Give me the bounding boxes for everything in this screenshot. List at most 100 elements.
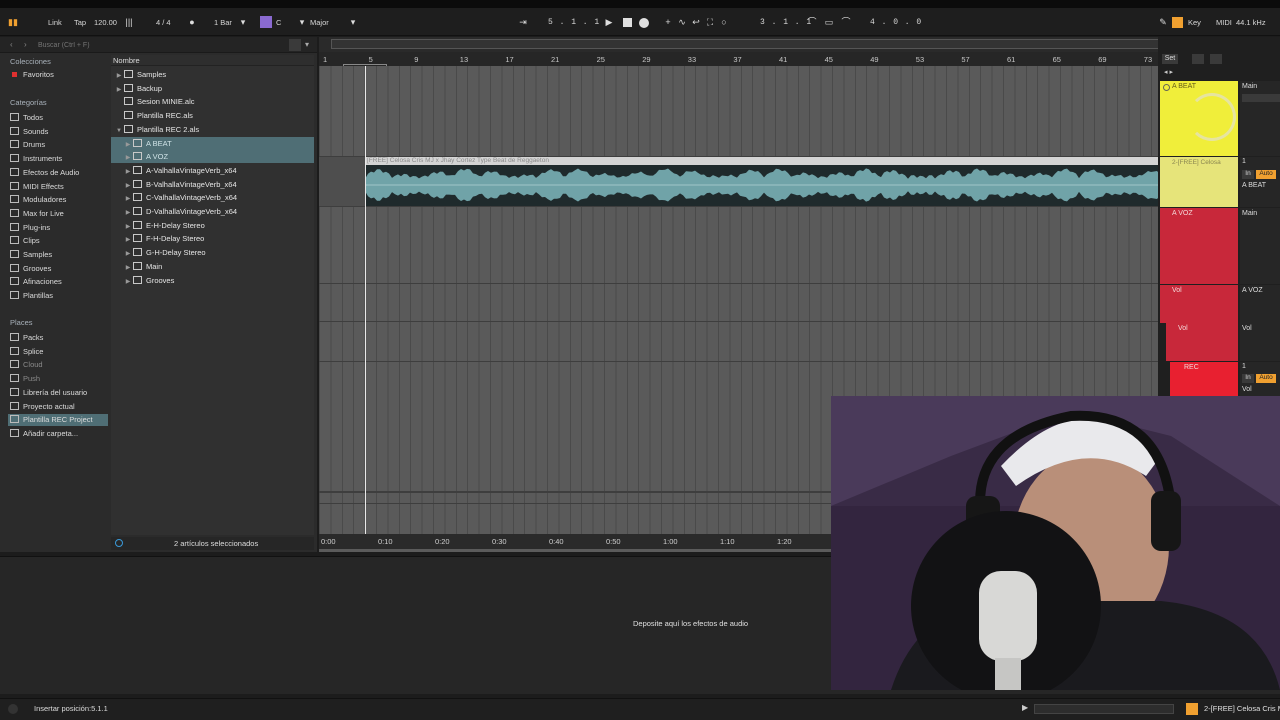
file-list-item[interactable]: ▶ E-H-Delay Stereo bbox=[111, 219, 314, 232]
forward-icon[interactable]: › bbox=[24, 40, 27, 49]
name-column-header[interactable]: Nombre bbox=[111, 55, 314, 66]
clip-overview[interactable] bbox=[1034, 704, 1174, 714]
file-list-item[interactable]: ▶ D-ValhallaVintageVerb_x64 bbox=[111, 205, 314, 218]
input-routing[interactable]: Vol bbox=[1242, 386, 1252, 393]
in-button[interactable]: In bbox=[1242, 374, 1254, 383]
midi-label[interactable]: MIDI bbox=[1216, 17, 1232, 28]
file-list-item[interactable]: Sesion MINIE.alc bbox=[111, 95, 314, 108]
sidebar-item-category[interactable]: Afinaciones bbox=[10, 276, 62, 288]
track-header-vol-2[interactable]: Vol bbox=[1166, 323, 1238, 361]
link-button[interactable]: Link bbox=[48, 17, 62, 28]
loop-start-field[interactable]: 3 . 1 . 1 bbox=[760, 17, 812, 28]
track-header-beat-audio[interactable]: 2-[FREE] Celosa bbox=[1160, 157, 1238, 207]
nav-left-icon[interactable]: ◂ ▸ bbox=[1164, 68, 1173, 76]
sidebar-item-place[interactable]: Librería del usuario bbox=[10, 387, 87, 399]
routing-select[interactable] bbox=[1242, 94, 1280, 102]
automation-arm-icon[interactable]: ∿ bbox=[677, 17, 687, 28]
follow-icon[interactable]: ⇥ bbox=[518, 17, 528, 28]
auto-button[interactable]: Auto bbox=[1256, 170, 1276, 179]
punch-in-icon[interactable]: ⌒ bbox=[807, 17, 817, 28]
preview-icon[interactable] bbox=[115, 539, 123, 547]
sidebar-item-place[interactable]: Push bbox=[10, 373, 40, 385]
info-toggle-icon[interactable] bbox=[8, 704, 18, 714]
loop-length-field[interactable]: 4 . 0 . 0 bbox=[870, 17, 922, 28]
sidebar-item-category[interactable]: Plantillas bbox=[10, 290, 53, 302]
track-lane-vol[interactable] bbox=[319, 284, 1162, 322]
track-lane-a-beat[interactable] bbox=[319, 66, 1162, 157]
output-routing[interactable]: Main bbox=[1242, 210, 1257, 217]
track-header-a-voz[interactable]: A VOZ bbox=[1160, 208, 1238, 284]
track-header-vol[interactable]: Vol bbox=[1160, 285, 1238, 323]
capture-icon[interactable]: ⛶ bbox=[705, 17, 715, 28]
input-routing[interactable]: A BEAT bbox=[1242, 182, 1266, 189]
key-map-button[interactable] bbox=[1172, 17, 1183, 28]
expand-arrow-icon[interactable]: ▶ bbox=[123, 276, 133, 289]
track-lane-a-voz[interactable] bbox=[319, 207, 1162, 284]
file-list-item[interactable]: ▶ Main bbox=[111, 260, 314, 273]
sidebar-item-category[interactable]: Todos bbox=[10, 112, 43, 124]
key-label[interactable]: Key bbox=[1188, 17, 1201, 28]
sidebar-item-category[interactable]: Moduladores bbox=[10, 194, 66, 206]
sidebar-item-place[interactable]: Cloud bbox=[10, 359, 43, 371]
chevron-down-icon[interactable]: ▾ bbox=[305, 40, 309, 49]
record-icon[interactable] bbox=[639, 18, 649, 28]
lock-icon[interactable] bbox=[1210, 54, 1222, 64]
track-header-a-beat[interactable]: A BEAT bbox=[1160, 81, 1238, 156]
track-header-rec[interactable]: REC bbox=[1170, 362, 1238, 397]
tempo-field[interactable]: 120.00 bbox=[94, 17, 117, 28]
sidebar-item-favoritos[interactable]: Favoritos bbox=[10, 69, 54, 81]
sidebar-item-place[interactable]: Splice bbox=[10, 346, 43, 358]
set-button[interactable]: Set bbox=[1162, 54, 1178, 64]
auto-button[interactable]: Auto bbox=[1256, 374, 1276, 383]
overview-bar[interactable] bbox=[319, 37, 1162, 52]
file-list-item[interactable]: ▶ A VOZ bbox=[111, 150, 314, 164]
play-icon[interactable]: ▶ bbox=[604, 17, 614, 28]
quantize-select[interactable]: 1 Bar bbox=[214, 17, 232, 28]
loop-icon[interactable]: ▭ bbox=[824, 17, 834, 28]
punch-out-icon[interactable]: ⌒ bbox=[841, 17, 851, 28]
sidebar-item-category[interactable]: Clips bbox=[10, 235, 40, 247]
sidebar-item-category[interactable]: Max for Live bbox=[10, 208, 64, 220]
metronome-icon[interactable]: ● bbox=[187, 17, 197, 28]
sidebar-item-place[interactable]: Packs bbox=[10, 332, 43, 344]
time-signature-field[interactable]: 4 / 4 bbox=[156, 17, 171, 28]
expand-icon[interactable] bbox=[1192, 54, 1204, 64]
filter-icon[interactable] bbox=[289, 39, 301, 51]
stop-icon[interactable] bbox=[623, 18, 632, 27]
file-list-item[interactable]: Plantilla REC.als bbox=[111, 109, 314, 122]
file-list-item[interactable]: ▶ Samples bbox=[111, 68, 314, 81]
sidebar-item-category[interactable]: Samples bbox=[10, 249, 52, 261]
sidebar-item-category[interactable]: Grooves bbox=[10, 263, 51, 275]
song-position-field[interactable]: 5 . 1 . 1 bbox=[548, 17, 600, 28]
file-list-item[interactable]: ▶ A-ValhallaVintageVerb_x64 bbox=[111, 164, 314, 177]
scale-select[interactable]: Major bbox=[310, 17, 329, 28]
view-toggle-icon[interactable]: ▮▮ bbox=[8, 17, 18, 28]
file-list-item[interactable]: ▶ G-H-Delay Stereo bbox=[111, 246, 314, 259]
session-record-icon[interactable]: ○ bbox=[719, 17, 729, 28]
sidebar-item-category[interactable]: MIDI Effects bbox=[10, 181, 64, 193]
metronome-bars-icon[interactable]: ||| bbox=[124, 17, 134, 28]
draw-mode-icon[interactable]: ✎ bbox=[1158, 17, 1168, 28]
file-list-item[interactable]: ▶ A BEAT bbox=[111, 136, 314, 150]
scale-mode-button[interactable] bbox=[260, 16, 272, 28]
file-list-item[interactable]: ▶ F-H-Delay Stereo bbox=[111, 232, 314, 245]
sidebar-item-place[interactable]: Plantilla REC Project bbox=[8, 414, 108, 427]
beat-ruler[interactable]: 1 5 9 13 17 21 25 29 33 37 41 45 49 53 57 61 65 69 73 bbox=[319, 52, 1162, 66]
file-list-item[interactable]: ▶ Backup bbox=[111, 82, 314, 95]
play-clip-icon[interactable]: ▶ bbox=[1022, 703, 1028, 712]
key-root-select[interactable]: C bbox=[276, 17, 281, 28]
back-icon[interactable]: ‹ bbox=[10, 40, 13, 49]
file-list-item[interactable]: ▼ Plantilla REC 2.als bbox=[111, 123, 314, 136]
sidebar-item-place[interactable]: Añadir carpeta... bbox=[10, 428, 78, 440]
sidebar-item-category[interactable]: Instruments bbox=[10, 153, 62, 165]
sidebar-item-category[interactable]: Plug-ins bbox=[10, 222, 50, 234]
file-list-item[interactable]: ▶ Grooves bbox=[111, 274, 314, 287]
tap-button[interactable]: Tap bbox=[74, 17, 86, 28]
overdub-icon[interactable]: + bbox=[663, 17, 673, 28]
in-button[interactable]: In bbox=[1242, 170, 1254, 179]
output-routing[interactable]: Main bbox=[1242, 83, 1257, 90]
output-routing[interactable]: A VOZ bbox=[1242, 287, 1263, 294]
sidebar-item-category[interactable]: Sounds bbox=[10, 126, 48, 138]
file-list-item[interactable]: ▶ C-ValhallaVintageVerb_x64 bbox=[111, 191, 314, 204]
sidebar-item-category[interactable]: Efectos de Audio bbox=[10, 167, 79, 179]
